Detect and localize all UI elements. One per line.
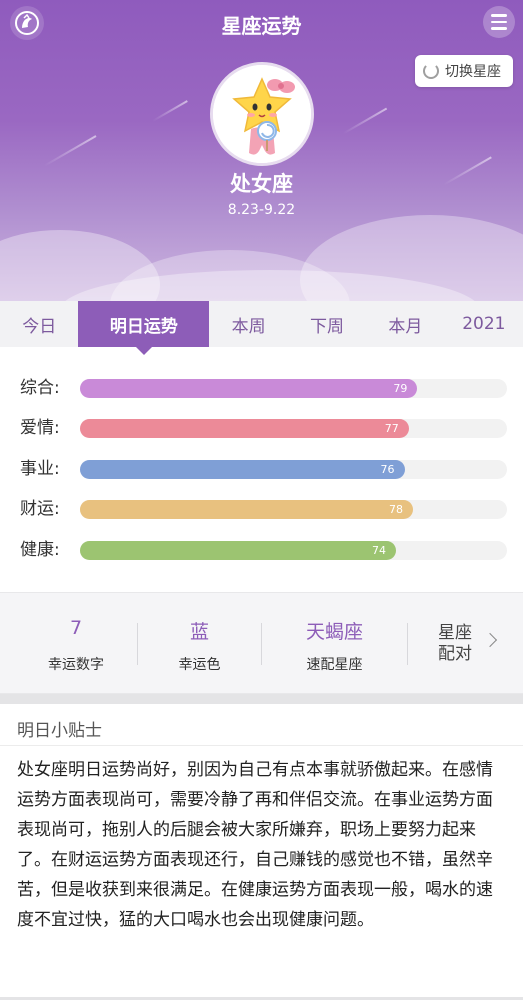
pairing-link[interactable]: 星座配对 <box>438 623 498 667</box>
meteor-streak <box>342 107 388 135</box>
score-bar-fill: 79 <box>80 379 418 398</box>
sign-name: 处女座 <box>230 172 293 196</box>
virgo-mascot-icon <box>210 62 314 166</box>
tab-year[interactable]: 2021 <box>445 301 523 347</box>
meteor-streak <box>152 100 188 122</box>
switch-sign-label: 切换星座 <box>445 64 501 80</box>
score-row-overall: 综合: 79 <box>0 376 523 400</box>
score-track: 74 <box>80 541 507 560</box>
score-label: 健康: <box>20 540 60 560</box>
score-label: 财运: <box>20 499 60 519</box>
divider <box>0 745 523 746</box>
menu-button[interactable] <box>483 6 515 38</box>
score-value: 78 <box>389 503 404 516</box>
lucky-number-value: 7 <box>69 617 83 639</box>
score-label: 事业: <box>20 459 60 479</box>
lucky-info: 7 幸运数字 蓝 幸运色 天蝎座 速配星座 星座配对 <box>0 592 523 694</box>
score-row-health: 健康: 74 <box>0 538 523 562</box>
lucky-color: 蓝 幸运色 <box>138 593 261 695</box>
sign-dates: 8.23-9.22 <box>227 202 296 218</box>
section-divider <box>0 694 523 704</box>
pairing-link-label: 星座配对 <box>438 623 472 664</box>
score-row-love: 爱情: 77 <box>0 416 523 440</box>
score-bar-fill: 76 <box>80 460 405 479</box>
score-bar-fill: 77 <box>80 419 409 438</box>
score-track: 78 <box>80 500 507 519</box>
switch-sign-button[interactable]: 切换星座 <box>415 55 513 87</box>
score-value: 79 <box>393 382 408 395</box>
lucky-number-label: 幸运数字 <box>48 657 104 673</box>
lucky-match-value: 天蝎座 <box>305 621 363 643</box>
meteor-streak <box>43 135 97 167</box>
score-value: 74 <box>371 544 386 557</box>
score-track: 76 <box>80 460 507 479</box>
header-banner: 星座运势 切换星座 处女座 8.23-9.22 <box>0 0 523 301</box>
score-row-wealth: 财运: 78 <box>0 497 523 521</box>
menu-icon <box>491 14 507 17</box>
score-track: 79 <box>80 379 507 398</box>
lucky-color-value: 蓝 <box>189 621 209 643</box>
lucky-color-label: 幸运色 <box>178 657 221 673</box>
tab-this-month[interactable]: 本月 <box>366 301 444 347</box>
refresh-icon <box>423 63 439 79</box>
tab-tomorrow[interactable]: 明日运势 <box>78 301 210 355</box>
score-bar-fill: 78 <box>80 500 414 519</box>
chevron-right-icon <box>482 632 498 648</box>
score-bar-fill: 74 <box>80 541 396 560</box>
tab-next-week[interactable]: 下周 <box>288 301 366 347</box>
divider <box>407 623 408 665</box>
page-title: 星座运势 <box>221 14 302 38</box>
score-value: 76 <box>380 463 395 476</box>
lucky-match-label: 速配星座 <box>306 657 363 673</box>
score-track: 77 <box>80 419 507 438</box>
period-tabs: 今日 明日运势 本周 下周 本月 2021 <box>0 301 523 355</box>
tips-body: 处女座明日运势尚好，别因为自己有点本事就骄傲起来。在感情运势方面表现尚可，需要冷… <box>17 760 493 930</box>
score-label: 综合: <box>20 378 60 398</box>
score-value: 77 <box>384 422 399 435</box>
tab-today[interactable]: 今日 <box>0 301 78 347</box>
tab-this-week[interactable]: 本周 <box>209 301 287 347</box>
lucky-match: 天蝎座 速配星座 <box>262 593 407 695</box>
lucky-number: 7 幸运数字 <box>15 593 137 695</box>
score-row-career: 事业: 76 <box>0 457 523 481</box>
score-label: 爱情: <box>20 418 60 438</box>
tips-title: 明日小贴士 <box>17 721 102 741</box>
